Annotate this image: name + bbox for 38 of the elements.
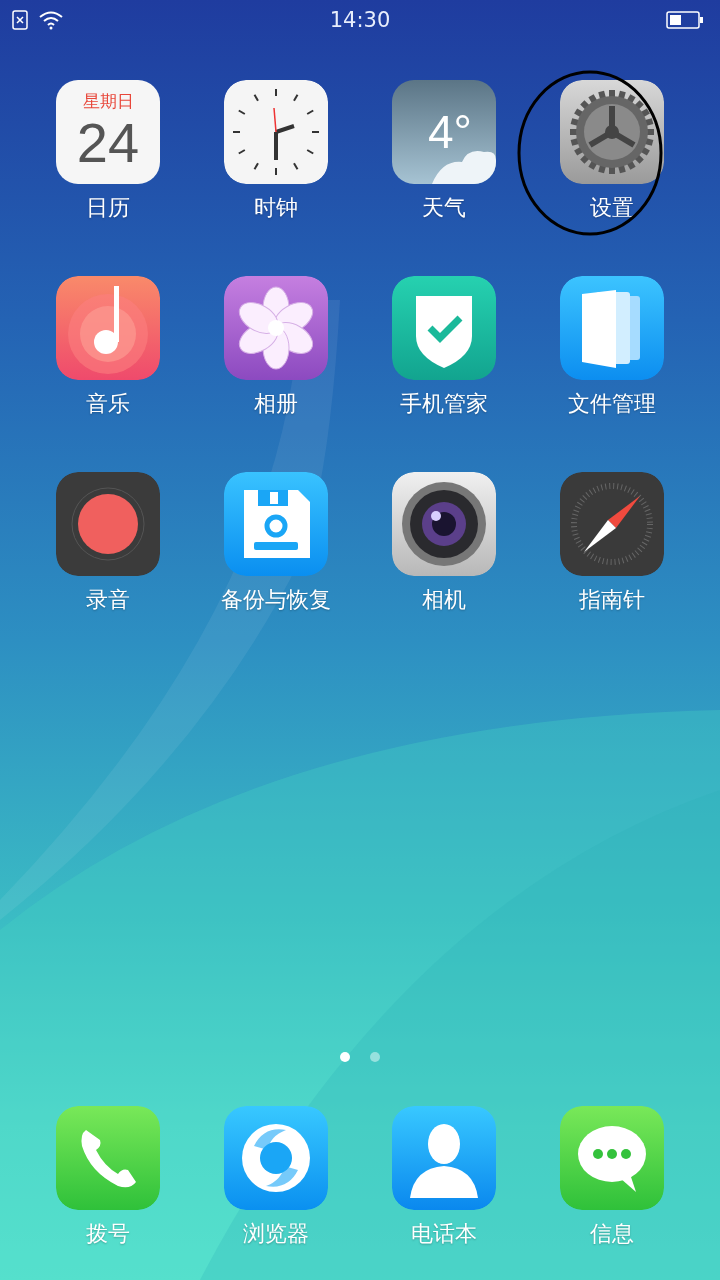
calendar-icon[interactable]: 星期日 24 xyxy=(56,80,160,184)
app-label: 备份与恢复 xyxy=(221,586,331,614)
flower-icon[interactable] xyxy=(224,276,328,380)
shield-icon[interactable] xyxy=(392,276,496,380)
app-label: 电话本 xyxy=(411,1220,477,1248)
compass-icon[interactable] xyxy=(560,472,664,576)
music-icon[interactable] xyxy=(56,276,160,380)
app-label: 天气 xyxy=(422,194,466,222)
temperature-label: 4° xyxy=(428,105,472,159)
page-dot[interactable] xyxy=(340,1052,350,1062)
battery-icon xyxy=(666,11,704,29)
status-time: 14:30 xyxy=(329,8,391,32)
app-label: 手机管家 xyxy=(400,390,488,418)
app-label: 相册 xyxy=(254,390,298,418)
app-label: 录音 xyxy=(86,586,130,614)
cloud-icon xyxy=(432,148,496,184)
no-sim-icon xyxy=(12,10,28,30)
page-dot[interactable] xyxy=(370,1052,380,1062)
app-label: 指南针 xyxy=(579,586,645,614)
app-label: 音乐 xyxy=(86,390,130,418)
app-label: 相机 xyxy=(422,586,466,614)
app-label: 设置 xyxy=(590,194,634,222)
app-label: 浏览器 xyxy=(243,1220,309,1248)
wifi-icon xyxy=(38,10,64,30)
date-label: 24 xyxy=(76,113,140,173)
clock-icon[interactable] xyxy=(224,80,328,184)
camera-lens-icon[interactable] xyxy=(392,472,496,576)
settings-icon[interactable] xyxy=(560,80,664,184)
weekday-label: 星期日 xyxy=(82,90,134,113)
record-icon[interactable] xyxy=(56,472,160,576)
app-label: 时钟 xyxy=(254,194,298,222)
app-label: 文件管理 xyxy=(568,390,656,418)
app-label: 信息 xyxy=(590,1220,634,1248)
app-label: 拨号 xyxy=(86,1220,130,1248)
person-icon[interactable] xyxy=(392,1106,496,1210)
browser-icon[interactable] xyxy=(224,1106,328,1210)
app-label: 日历 xyxy=(86,194,130,222)
documents-icon[interactable] xyxy=(560,276,664,380)
